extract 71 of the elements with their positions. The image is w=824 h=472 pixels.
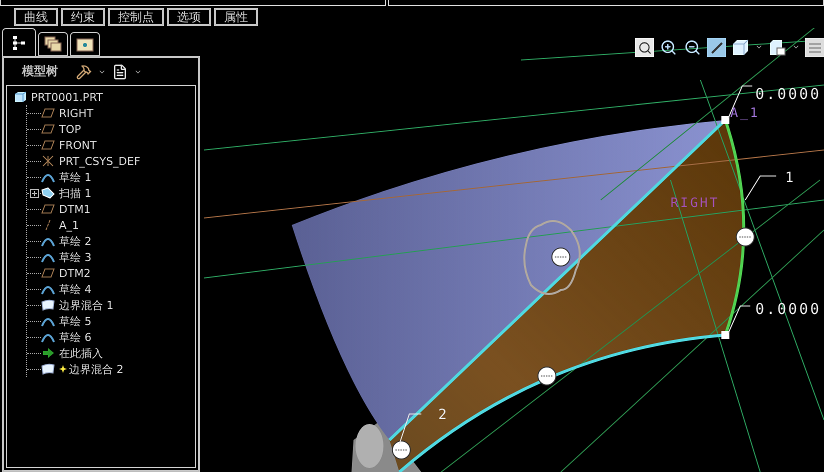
pen-icon: [710, 40, 724, 54]
folders-icon: [44, 36, 62, 52]
tree-item[interactable]: DTM1: [59, 202, 91, 216]
tree-item[interactable]: 草绘 5: [59, 314, 92, 328]
tree-item[interactable]: RIGHT: [59, 106, 94, 120]
expand-toggle[interactable]: [30, 189, 39, 198]
vertex-marker: [721, 116, 730, 124]
tree-item[interactable]: 草绘 4: [59, 282, 92, 296]
drag-handle[interactable]: [736, 228, 755, 246]
tree-item[interactable]: 边界混合 2: [69, 362, 124, 376]
plane-icon: [41, 203, 55, 215]
zoom-out-button[interactable]: [683, 38, 702, 57]
tree-item[interactable]: DTM2: [59, 266, 91, 280]
plane-icon: [41, 123, 55, 135]
input-field[interactable]: [0, 0, 386, 6]
tools-icon[interactable]: [76, 64, 92, 80]
arc-icon: [41, 235, 55, 247]
coordinate-system-icon: [41, 155, 55, 167]
surface-icon: [41, 363, 55, 375]
solid-icon: [41, 187, 55, 199]
tree-item[interactable]: A_1: [59, 218, 80, 232]
input-field[interactable]: [388, 0, 824, 6]
arc-icon: [41, 331, 55, 343]
arrow-icon: [41, 347, 55, 359]
plane-icon: [41, 139, 55, 151]
drag-handle[interactable]: [551, 248, 570, 266]
panel-tab[interactable]: [70, 32, 100, 56]
panel-tab[interactable]: [38, 32, 68, 56]
surface-icon: [41, 299, 55, 311]
tree-item[interactable]: 草绘 6: [59, 330, 92, 344]
tree-item[interactable]: PRT_CSYS_DEF: [59, 154, 140, 168]
repaint-button[interactable]: [707, 38, 726, 57]
tree-item[interactable]: 扫描 1: [59, 186, 92, 200]
tree-item[interactable]: PRT0001.PRT: [31, 90, 103, 104]
arc-icon: [41, 315, 55, 327]
menu-tab[interactable]: 控制点: [108, 8, 164, 26]
grid-icon: [808, 40, 822, 54]
dimension-label: 1: [744, 170, 796, 200]
tree-item[interactable]: 草绘 2: [59, 234, 92, 248]
cube-icon: [732, 39, 749, 56]
tree-item[interactable]: 草绘 1: [59, 170, 92, 184]
dimension-label: 2: [398, 406, 449, 444]
arc-icon: [41, 283, 55, 295]
layers-button[interactable]: [805, 38, 824, 57]
panel-tab[interactable]: [2, 28, 36, 56]
zoom-in-button[interactable]: [659, 38, 678, 57]
datum-label: A_1: [730, 106, 760, 121]
cube-icon: [13, 91, 27, 103]
plane-icon: [41, 267, 55, 279]
tree-item[interactable]: FRONT: [59, 138, 97, 152]
tree-item[interactable]: 边界混合 1: [59, 298, 114, 312]
cube-icon: [769, 39, 786, 56]
drag-handle[interactable]: [392, 440, 411, 460]
tree-icon: [12, 34, 26, 50]
menu-tab[interactable]: 属性: [214, 8, 258, 26]
menu-tab[interactable]: 约束: [61, 8, 105, 26]
refit-button[interactable]: [635, 38, 654, 57]
arc-icon: [41, 251, 55, 263]
plane-icon: [41, 107, 55, 119]
views-button[interactable]: [768, 38, 787, 57]
menu-tab[interactable]: 选项: [167, 8, 211, 26]
list-icon[interactable]: [112, 64, 128, 80]
arc-icon: [41, 171, 55, 183]
tree-item[interactable]: TOP: [59, 122, 82, 136]
tree-item[interactable]: 草绘 3: [59, 250, 92, 264]
menu-tab[interactable]: 曲线: [14, 8, 58, 26]
tree-item[interactable]: 在此插入: [59, 346, 103, 360]
orient-button[interactable]: [731, 38, 750, 57]
drag-handle[interactable]: [537, 366, 556, 386]
folder-icon: [76, 36, 94, 52]
panel-title: 模型树: [22, 63, 59, 80]
